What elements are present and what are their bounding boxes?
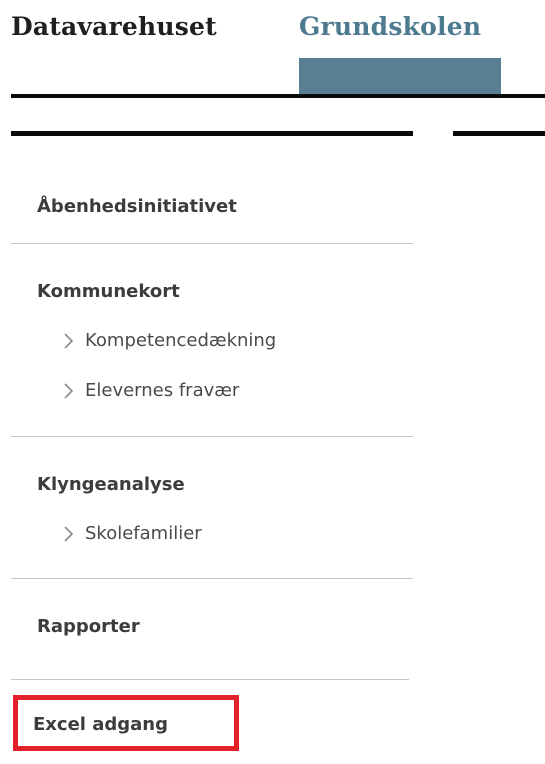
sidebar-heading-rapporter[interactable]: Rapporter: [37, 616, 140, 637]
header-rule: [11, 94, 545, 98]
active-tab-indicator: [299, 58, 501, 94]
chevron-right-icon: [59, 332, 77, 350]
tab-grundskolen[interactable]: Grundskolen: [299, 12, 481, 41]
sidebar-heading-excel-adgang[interactable]: Excel adgang: [33, 714, 168, 735]
sidebar-heading-aabenhedsinitiativet[interactable]: Åbenhedsinitiativet: [37, 196, 237, 217]
content-top-rule: [453, 131, 545, 136]
sidebar-divider: [11, 436, 413, 437]
sidebar-item-label: Kompetencedækning: [85, 330, 277, 351]
sidebar-divider: [11, 578, 413, 579]
sidebar-heading-kommunekort[interactable]: Kommunekort: [37, 281, 180, 302]
sidebar-divider: [11, 679, 409, 680]
sidebar-heading-klyngeanalyse[interactable]: Klyngeanalyse: [37, 474, 185, 495]
sidebar-item-kompetencedaekning[interactable]: Kompetencedækning: [59, 330, 276, 351]
tab-datavarehuset[interactable]: Datavarehuset: [11, 12, 217, 41]
chevron-right-icon: [59, 525, 77, 543]
chevron-right-icon: [59, 382, 77, 400]
sidebar-item-label: Skolefamilier: [85, 523, 202, 544]
sidebar-top-rule: [11, 131, 413, 136]
sidebar-item-skolefamilier[interactable]: Skolefamilier: [59, 523, 202, 544]
sidebar-item-elevernes-fravaer[interactable]: Elevernes fravær: [59, 380, 239, 401]
sidebar-divider: [11, 243, 413, 244]
sidebar-item-label: Elevernes fravær: [85, 380, 240, 401]
